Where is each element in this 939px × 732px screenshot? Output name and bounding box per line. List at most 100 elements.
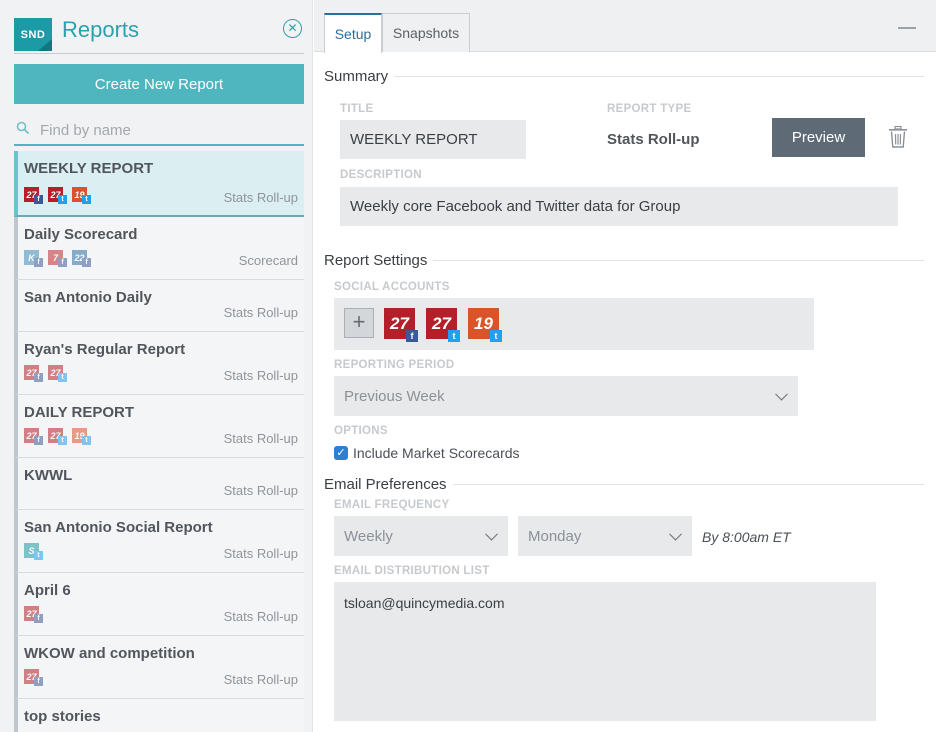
station-logo-icon: 19 t (72, 428, 91, 445)
report-name: Ryan's Regular Report (24, 341, 186, 358)
email-frequency-value: Weekly (344, 527, 393, 545)
preview-button[interactable]: Preview (772, 118, 865, 157)
report-list-item[interactable]: San Antonio Social Report St Stats Roll-up (14, 510, 304, 573)
report-name: WEEKLY REPORT (24, 160, 154, 177)
report-list-item[interactable]: WKOW and competition 27 f Stats Roll-up (14, 636, 304, 699)
report-name: KWWL (24, 467, 73, 484)
report-account-icons: 27 f (24, 606, 43, 623)
facebook-icon: f (34, 436, 43, 445)
report-type: Stats Roll-up (223, 305, 298, 320)
report-type: Stats Roll-up (223, 431, 298, 446)
station-logo-icon: 27 t (48, 365, 67, 382)
sidebar: SND Reports ✕ Create New Report WEEKLY R… (0, 0, 313, 732)
report-account-icons: St (24, 543, 43, 560)
report-name: top stories (24, 708, 101, 725)
report-list-item[interactable]: Ryan's Regular Report 27 f 27 t Stats Roll-up (14, 332, 304, 395)
search-icon (16, 121, 30, 135)
report-editor: Setup Snapshots Summary TITLE WEEKLY REP… (314, 0, 936, 732)
station-logo-icon: 27 f (24, 606, 43, 623)
social-account-icon[interactable]: 27 t (426, 308, 460, 342)
distribution-list-field[interactable]: tsloan@quincymedia.com (334, 582, 876, 721)
station-logo-icon: 27 f (24, 428, 43, 445)
report-list-item[interactable]: April 6 27 f Stats Roll-up (14, 573, 304, 636)
report-list-item[interactable]: DAILY REPORT 27 f 27 t 19 t Stats Roll-up (14, 395, 304, 458)
email-frequency-select[interactable]: Weekly (334, 516, 508, 556)
minimize-icon[interactable] (898, 27, 916, 29)
facebook-icon: f (82, 258, 91, 267)
reporting-period-label: REPORTING PERIOD (334, 359, 455, 371)
report-list-item[interactable]: WEEKLY REPORT 27 f 27 t 19 t Stats Roll-up (14, 151, 304, 217)
report-list: WEEKLY REPORT 27 f 27 t 19 t Stats Roll-up Daily… (14, 151, 304, 732)
report-list-item[interactable]: San Antonio Daily Stats Roll-up (14, 280, 304, 332)
description-field[interactable]: Weekly core Facebook and Twitter data fo… (340, 187, 898, 226)
social-accounts-label: SOCIAL ACCOUNTS (334, 281, 450, 293)
social-account-icon[interactable]: 19 t (468, 308, 502, 342)
report-list-item[interactable]: KWWL Stats Roll-up (14, 458, 304, 510)
station-logo-icon: 27 t (48, 428, 67, 445)
email-time-note: By 8:00am ET (702, 529, 791, 545)
add-account-button[interactable]: + (344, 308, 374, 338)
report-account-icons: 27 f 27 t 19 t (24, 428, 91, 445)
title-label: TITLE (340, 103, 374, 115)
twitter-icon: t (82, 195, 91, 204)
email-day-value: Monday (528, 527, 582, 545)
tab-setup[interactable]: Setup (324, 13, 382, 53)
search-bar (14, 116, 304, 146)
report-type: Scorecard (238, 253, 298, 268)
station-logo-icon: 27 t (48, 187, 67, 204)
twitter-icon: t (490, 330, 502, 342)
report-name: San Antonio Daily (24, 289, 152, 306)
facebook-icon: f (58, 258, 67, 267)
report-name: WKOW and competition (24, 645, 195, 662)
report-name: Daily Scorecard (24, 226, 138, 243)
report-list-item[interactable]: Daily Scorecard Kf 7 f 22 f Scorecard (14, 217, 304, 280)
facebook-icon: f (34, 258, 43, 267)
email-frequency-label: EMAIL FREQUENCY (334, 499, 450, 511)
report-account-icons: 27 f 27 t (24, 365, 67, 382)
twitter-icon: t (58, 195, 67, 204)
facebook-icon: f (34, 195, 43, 204)
report-list-item[interactable]: top stories (14, 699, 304, 732)
chevron-down-icon (485, 527, 498, 541)
reporting-period-value: Previous Week (344, 387, 445, 405)
search-input[interactable] (40, 118, 290, 142)
report-name: San Antonio Social Report (24, 519, 213, 536)
station-logo-icon: 22 f (72, 250, 91, 267)
reporting-period-select[interactable]: Previous Week (334, 376, 798, 416)
facebook-icon: f (406, 330, 418, 342)
tab-bar: Setup Snapshots (314, 0, 936, 53)
tab-snapshots[interactable]: Snapshots (382, 13, 470, 52)
report-account-icons: 27 f (24, 669, 43, 686)
station-logo-icon: 27 f (24, 187, 43, 204)
station-logo-icon: 27 f (24, 365, 43, 382)
facebook-icon: f (34, 614, 43, 623)
email-day-select[interactable]: Monday (518, 516, 692, 556)
twitter-icon: t (58, 436, 67, 445)
station-logo-icon: 27 f (24, 669, 43, 686)
report-name: DAILY REPORT (24, 404, 135, 421)
twitter-icon: t (58, 373, 67, 382)
report-type-value: Stats Roll-up (607, 131, 700, 148)
social-accounts-box: + 27 f 27 t 19 t (334, 298, 814, 350)
market-scorecards-checkbox[interactable]: ✓ (334, 446, 348, 460)
close-icon[interactable]: ✕ (283, 19, 302, 38)
twitter-icon: t (448, 330, 460, 342)
station-logo-icon: 19 t (72, 187, 91, 204)
description-label: DESCRIPTION (340, 169, 422, 181)
options-label: OPTIONS (334, 425, 388, 437)
title-field[interactable]: WEEKLY REPORT (340, 120, 526, 159)
divider (324, 76, 924, 77)
create-new-report-button[interactable]: Create New Report (14, 64, 304, 104)
report-type-label: REPORT TYPE (607, 103, 692, 115)
station-logo-icon: St (24, 543, 43, 560)
chevron-down-icon (775, 387, 788, 401)
social-account-icon[interactable]: 27 f (384, 308, 418, 342)
chevron-down-icon (669, 527, 682, 541)
market-scorecards-label: Include Market Scorecards (353, 445, 520, 461)
station-logo-icon: Kf (24, 250, 43, 267)
twitter-icon: t (82, 436, 91, 445)
snd-logo: SND (14, 18, 52, 51)
summary-heading: Summary (324, 68, 395, 85)
report-type: Stats Roll-up (223, 546, 298, 561)
trash-icon[interactable] (888, 126, 908, 148)
